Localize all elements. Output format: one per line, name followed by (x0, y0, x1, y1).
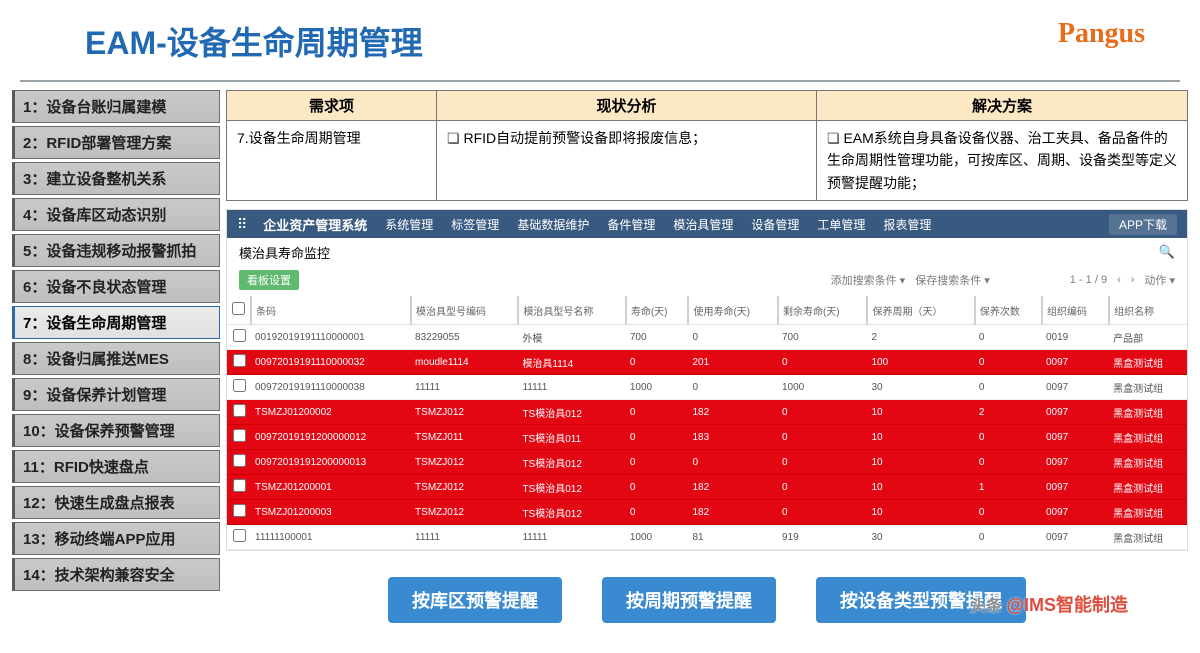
pager-prev-icon[interactable]: ‹ (1117, 274, 1121, 286)
sidebar-item-2[interactable]: 3：建立设备整机关系 (12, 162, 220, 195)
sidebar-item-5[interactable]: 6：设备不良状态管理 (12, 270, 220, 303)
sidebar-item-13[interactable]: 14：技术架构兼容安全 (12, 558, 220, 591)
data-table: 条码模治具型号编码模治具型号名称寿命(天)使用寿命(天)剩余寿命(天)保养周期（… (227, 296, 1187, 550)
nav-item-2[interactable]: 基础数据维护 (517, 216, 589, 233)
add-filter-dropdown[interactable]: 添加搜索条件 ▾ (831, 272, 906, 288)
brand-logo: Pangus (1058, 18, 1145, 50)
table-row[interactable]: TSMZJ01200001TSMZJ012TS模治具01201820101009… (227, 475, 1187, 500)
row-checkbox[interactable] (233, 379, 246, 392)
col-10: 组织名称 (1109, 296, 1187, 325)
alert-by-period-button[interactable]: 按周期预警提醒 (602, 577, 776, 623)
row-checkbox[interactable] (233, 454, 246, 467)
table-row[interactable]: TSMZJ01200002TSMZJ012TS模治具01201820102009… (227, 400, 1187, 425)
cell-solution: EAM系统自身具备设备仪器、治工夹具、备品备件的生命周期性管理功能，可按库区、周… (817, 121, 1188, 201)
table-row[interactable]: 00972019191200000012TSMZJ011TS模治具0110183… (227, 425, 1187, 450)
select-all-checkbox[interactable] (232, 302, 245, 315)
col-3: 模治具型号名称 (518, 296, 625, 325)
row-checkbox[interactable] (233, 354, 246, 367)
col-0 (227, 296, 251, 325)
th-analysis: 现状分析 (437, 91, 817, 121)
col-1: 条码 (251, 296, 411, 325)
nav-item-1[interactable]: 标签管理 (451, 216, 499, 233)
col-6: 剩余寿命(天) (778, 296, 868, 325)
col-9: 组织编码 (1042, 296, 1109, 325)
sidebar-item-0[interactable]: 1：设备台账归属建模 (12, 90, 220, 123)
sidebar-item-7[interactable]: 8：设备归属推送MES (12, 342, 220, 375)
row-checkbox[interactable] (233, 479, 246, 492)
row-checkbox[interactable] (233, 404, 246, 417)
col-7: 保养周期（天） (867, 296, 974, 325)
table-row[interactable]: 00972019191110000032moudle1114模治具1114020… (227, 350, 1187, 375)
page-title: EAM-设备生命周期管理 (0, 0, 1200, 74)
app-topbar: ⠿ 企业资产管理系统 系统管理 标签管理 基础数据维护 备件管理 模治具管理 设备管理 工单… (227, 210, 1187, 238)
nav-item-6[interactable]: 工单管理 (817, 216, 865, 233)
col-2: 模治具型号编码 (411, 296, 518, 325)
search-icon[interactable]: 🔍 (1159, 244, 1175, 260)
sidebar: 1：设备台账归属建模2：RFID部署管理方案3：建立设备整机关系4：设备库区动态… (12, 90, 220, 623)
th-solution: 解决方案 (817, 91, 1188, 121)
nav-item-7[interactable]: 报表管理 (883, 216, 931, 233)
sidebar-item-3[interactable]: 4：设备库区动态识别 (12, 198, 220, 231)
cell-analysis: RFID自动提前预警设备即将报废信息； (437, 121, 817, 201)
app-download-button[interactable]: APP下载 (1109, 214, 1177, 235)
col-8: 保养次数 (975, 296, 1042, 325)
table-row[interactable]: 0019201919111000000183229055外模7000700200… (227, 325, 1187, 350)
action-dropdown[interactable]: 动作 ▾ (1144, 272, 1175, 288)
table-row[interactable]: 1111110000111111111111000819193000097黑盒测… (227, 525, 1187, 550)
col-4: 寿命(天) (626, 296, 689, 325)
dashboard-settings-button[interactable]: 看板设置 (239, 270, 299, 290)
sidebar-item-8[interactable]: 9：设备保养计划管理 (12, 378, 220, 411)
sidebar-item-4[interactable]: 5：设备违规移动报警抓拍 (12, 234, 220, 267)
row-checkbox[interactable] (233, 504, 246, 517)
nav-item-5[interactable]: 设备管理 (751, 216, 799, 233)
pager-label: 1 - 1 / 9 (1070, 274, 1107, 286)
sidebar-item-1[interactable]: 2：RFID部署管理方案 (12, 126, 220, 159)
app-brand: 企业资产管理系统 (263, 215, 367, 234)
table-row[interactable]: TSMZJ01200003TSMZJ012TS模治具01201820100009… (227, 500, 1187, 525)
requirement-table: 需求项 现状分析 解决方案 7.设备生命周期管理 RFID自动提前预警设备即将报… (226, 90, 1188, 201)
nav-item-4[interactable]: 模治具管理 (673, 216, 733, 233)
table-row[interactable]: 0097201919111000003811111111111000010003… (227, 375, 1187, 400)
nav-item-0[interactable]: 系统管理 (385, 216, 433, 233)
sidebar-item-10[interactable]: 11：RFID快速盘点 (12, 450, 220, 483)
pager-next-icon[interactable]: › (1131, 274, 1135, 286)
sidebar-item-11[interactable]: 12：快速生成盘点报表 (12, 486, 220, 519)
row-checkbox[interactable] (233, 429, 246, 442)
row-checkbox[interactable] (233, 529, 246, 542)
sidebar-item-12[interactable]: 13：移动终端APP应用 (12, 522, 220, 555)
col-5: 使用寿命(天) (688, 296, 778, 325)
menu-icon[interactable]: ⠿ (237, 216, 245, 233)
watermark: 头条 @IMS智能制造 (970, 591, 1128, 617)
row-checkbox[interactable] (233, 329, 246, 342)
alert-by-zone-button[interactable]: 按库区预警提醒 (388, 577, 562, 623)
th-req: 需求项 (227, 91, 437, 121)
table-row[interactable]: 00972019191200000013TSMZJ012TS模治具0120001… (227, 450, 1187, 475)
sidebar-item-6[interactable]: 7：设备生命周期管理 (12, 306, 220, 339)
save-filter-dropdown[interactable]: 保存搜索条件 ▾ (915, 272, 990, 288)
cell-req: 7.设备生命周期管理 (227, 121, 437, 201)
button-row: 按库区预警提醒 按周期预警提醒 按设备类型预警提醒 头条 @IMS智能制造 (226, 559, 1188, 623)
panel-title-input[interactable] (239, 245, 639, 260)
sidebar-item-9[interactable]: 10：设备保养预警管理 (12, 414, 220, 447)
app-screenshot: ⠿ 企业资产管理系统 系统管理 标签管理 基础数据维护 备件管理 模治具管理 设备管理 工单… (226, 209, 1188, 551)
nav-item-3[interactable]: 备件管理 (607, 216, 655, 233)
